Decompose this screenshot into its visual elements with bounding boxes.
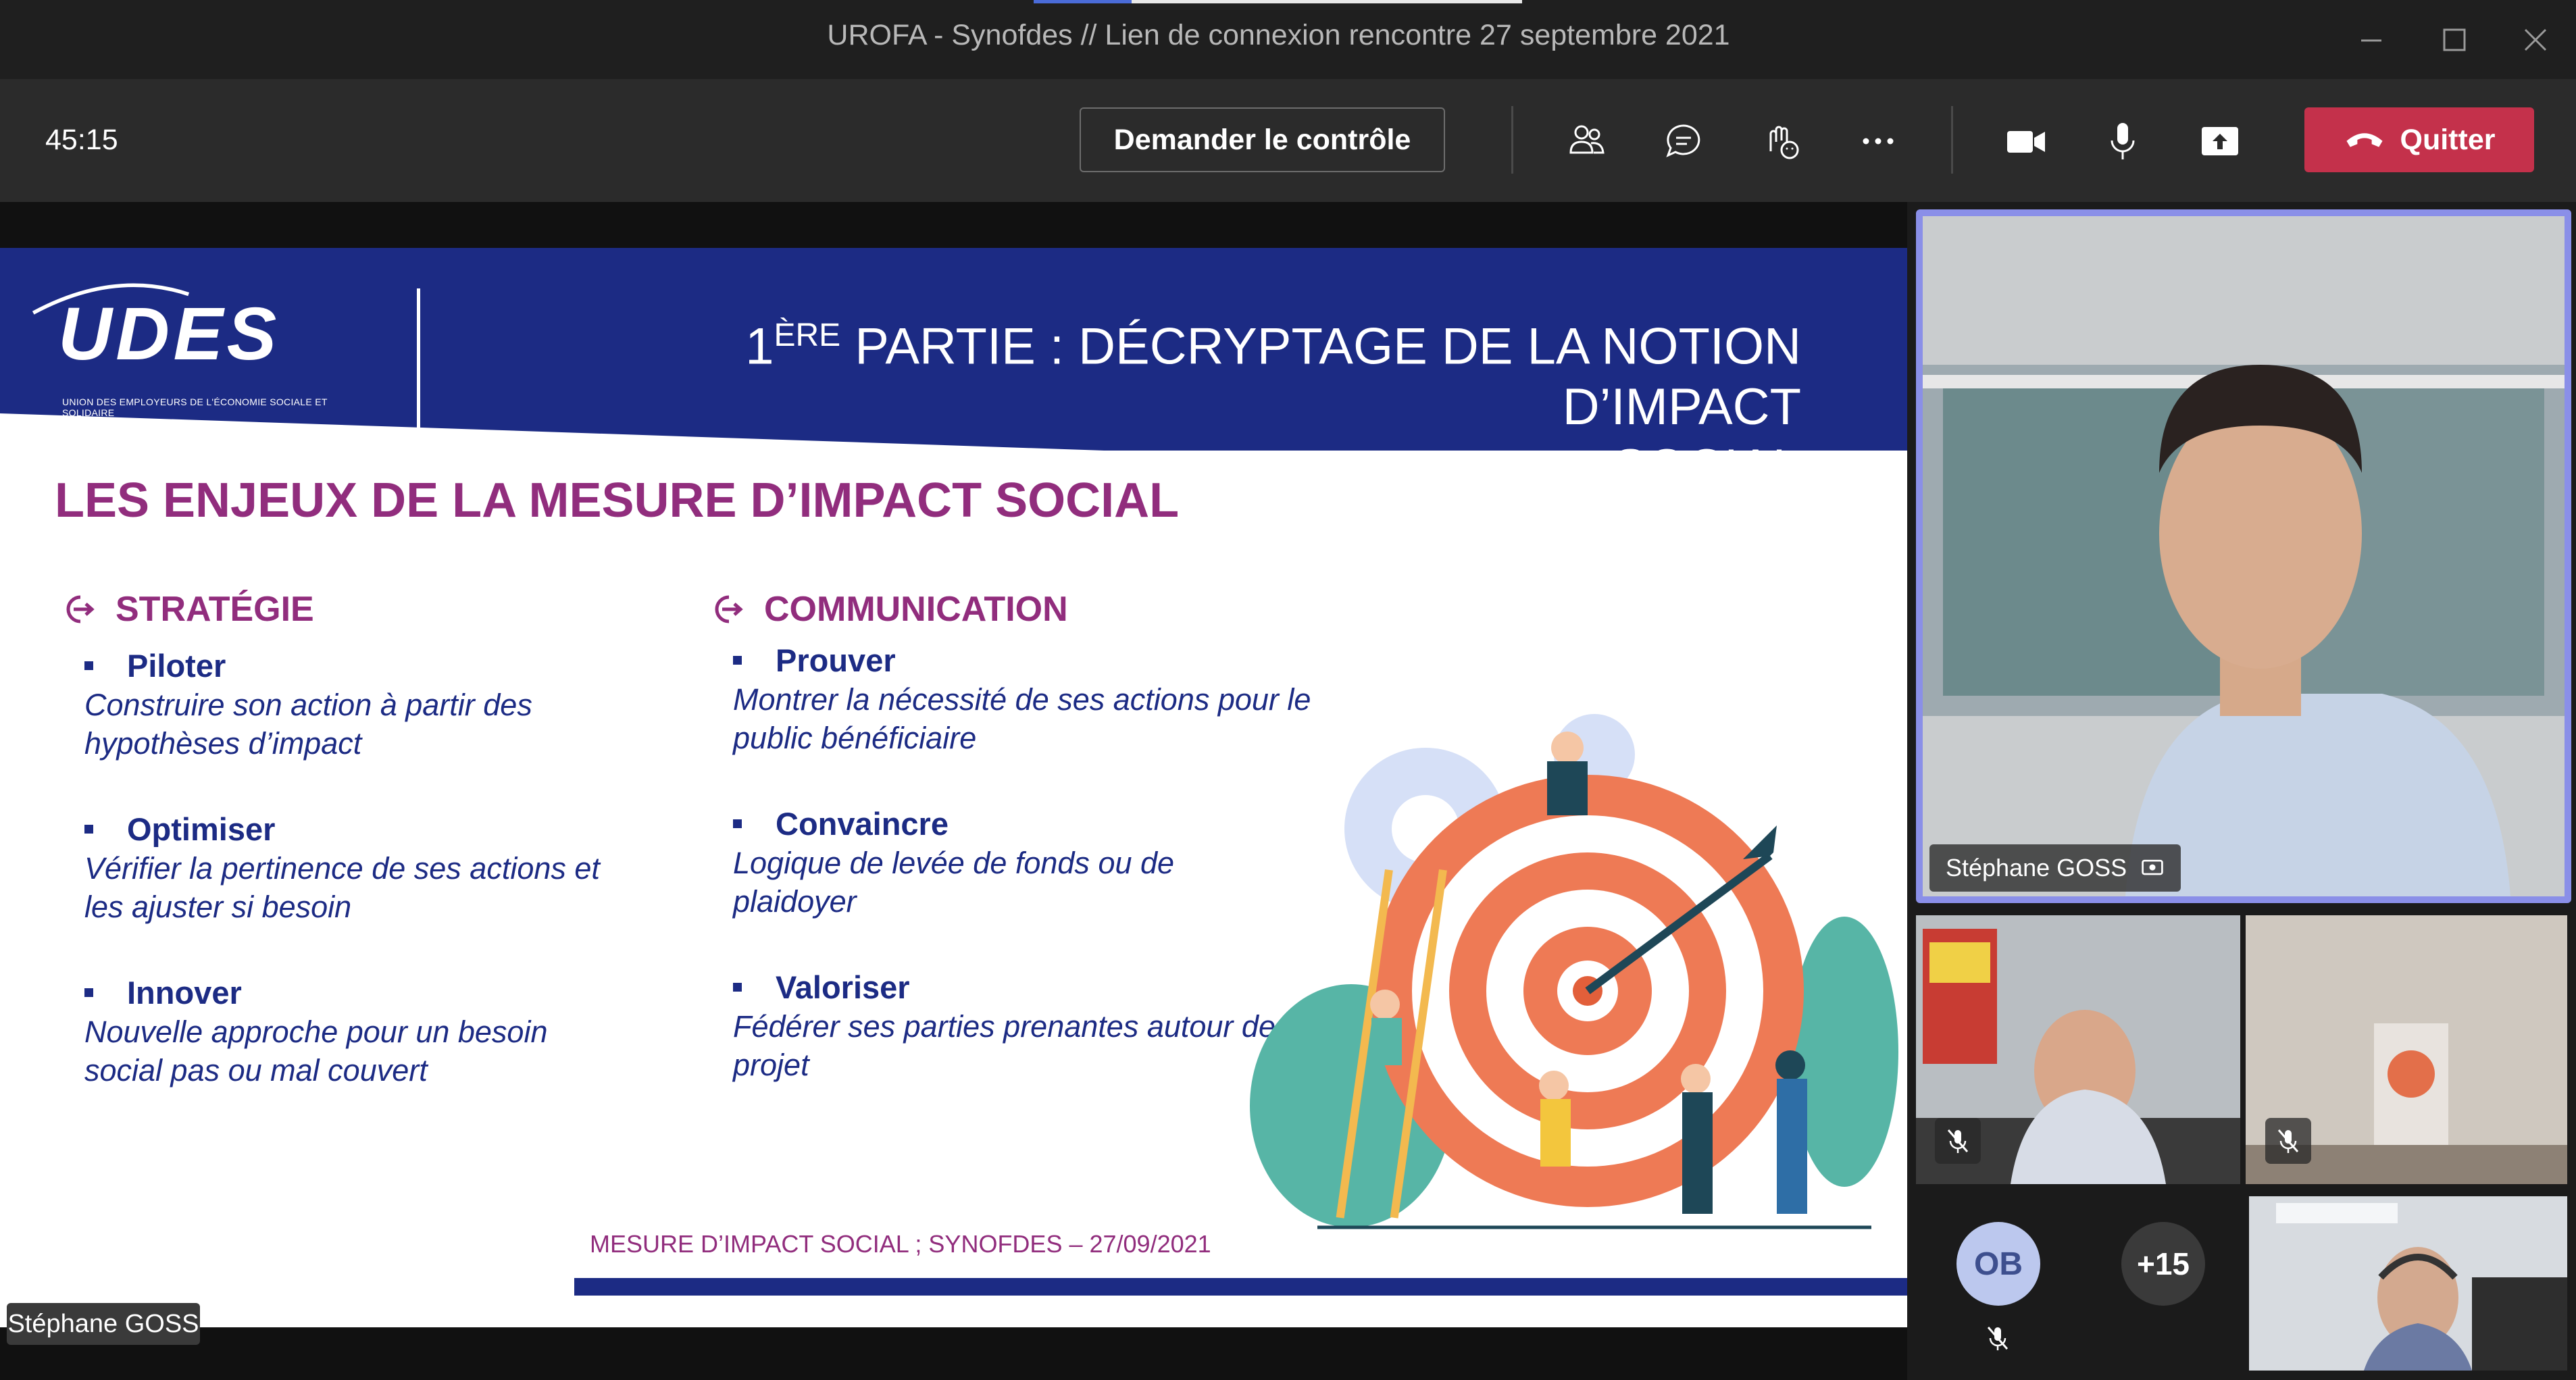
more-participants-button[interactable]: +15	[2121, 1222, 2205, 1306]
slide-heading: LES ENJEUX DE LA MESURE D’IMPACT SOCIAL	[55, 474, 1180, 528]
meeting-timer: 45:15	[45, 124, 118, 156]
target-illustration	[1250, 714, 1898, 1229]
bullet-icon	[733, 819, 742, 828]
logo-subtitle: UNION DES EMPLOYEURS DE L'ÉCONOMIE SOCIA…	[62, 397, 328, 418]
bullet-icon	[733, 982, 742, 992]
strategie-item: Innover Nouvelle approche pour un besoin…	[64, 972, 625, 1090]
title-progress-track	[1132, 0, 1522, 3]
item-description: Nouvelle approche pour un besoin social …	[84, 1015, 548, 1088]
slide-title-ordinal: ÈRE	[774, 317, 841, 353]
presentation-slide: UDES UNION DES EMPLOYEURS DE L'ÉCONOMIE …	[0, 248, 1907, 1327]
mic-off-icon	[1947, 1129, 1969, 1153]
communication-column: COMMUNICATION Prouver Montrer la nécessi…	[713, 586, 1341, 1084]
active-speaker-video[interactable]: Stéphane GOSS	[1916, 209, 2571, 903]
strategie-heading: STRATÉGIE	[64, 586, 625, 633]
participant-video-tile[interactable]	[1916, 915, 2240, 1184]
strategie-item: Optimiser Vérifier la pertinence de ses …	[64, 809, 625, 926]
item-description: Logique de levée de fonds ou de plaidoye…	[733, 846, 1175, 919]
arrow-circle-icon	[66, 595, 95, 623]
toolbar-divider	[1511, 106, 1513, 174]
mic-off-icon	[2277, 1129, 2299, 1153]
item-description: Vérifier la pertinence de ses actions et…	[84, 851, 600, 924]
muted-indicator	[1935, 1118, 1981, 1164]
item-title: Convaincre	[776, 805, 949, 842]
minimize-icon	[2361, 39, 2381, 42]
communication-item: Prouver Montrer la nécessité de ses acti…	[713, 640, 1341, 757]
more-icon	[1863, 138, 1894, 145]
speaker-name-tag: Stéphane GOSS	[1929, 844, 2181, 892]
close-window-button[interactable]	[2512, 16, 2559, 63]
bullet-icon	[84, 988, 93, 997]
more-options-button[interactable]	[1851, 114, 1905, 168]
item-title: Prouver	[776, 642, 896, 678]
item-title: Innover	[127, 974, 242, 1011]
maximize-button[interactable]	[2431, 16, 2478, 63]
shared-content-area: UDES UNION DES EMPLOYEURS DE L'ÉCONOMIE …	[0, 202, 1907, 1380]
bullet-icon	[84, 824, 93, 834]
reactions-icon	[1769, 126, 1799, 159]
participants-button[interactable]	[1559, 114, 1613, 168]
item-title: Piloter	[127, 647, 226, 684]
muted-indicator	[2265, 1118, 2311, 1164]
slide-footer-bar	[574, 1278, 1907, 1296]
video-gallery: Stéphane GOSS OB +15	[1907, 202, 2576, 1380]
strategie-title: STRATÉGIE	[116, 590, 314, 629]
share-screen-button[interactable]	[2193, 114, 2247, 168]
people-icon	[1569, 125, 1605, 154]
participant-video-tile[interactable]	[2249, 1196, 2567, 1371]
screen-share-icon	[2142, 859, 2163, 875]
slide-title: 1ÈRE PARTIE : DÉCRYPTAGE DE LA NOTION D’…	[517, 305, 1801, 499]
close-icon	[2524, 28, 2547, 51]
communication-item: Convaincre Logique de levée de fonds ou …	[713, 803, 1341, 921]
presenter-name-tag: Stéphane GOSS	[7, 1303, 200, 1345]
communication-title: COMMUNICATION	[764, 590, 1068, 629]
title-progress-indicator	[1034, 0, 1132, 3]
bullet-icon	[84, 661, 93, 670]
mic-off-icon	[1987, 1327, 2009, 1350]
camera-button[interactable]	[1998, 114, 2052, 168]
camera-icon	[2007, 131, 2045, 153]
microphone-button[interactable]	[2096, 114, 2150, 168]
svg-text:UDES: UDES	[58, 292, 280, 369]
window-title-bar: UROFA - Synofdes // Lien de connexion re…	[0, 0, 2576, 79]
meeting-toolbar: 45:15 Demander le contrôle Quitter	[0, 79, 2576, 202]
chat-icon	[1666, 124, 1700, 157]
strategie-item: Piloter Construire son action à partir d…	[64, 645, 625, 763]
slide-title-number: 1	[745, 317, 774, 376]
speaker-name: Stéphane GOSS	[1946, 854, 2127, 881]
share-icon	[2202, 127, 2238, 155]
communication-heading: COMMUNICATION	[713, 586, 1341, 633]
toolbar-divider	[1951, 106, 1953, 174]
strategie-column: STRATÉGIE Piloter Construire son action …	[64, 586, 625, 1090]
item-title: Valoriser	[776, 969, 910, 1005]
leave-meeting-label: Quitter	[2400, 123, 2496, 156]
request-control-button[interactable]: Demander le contrôle	[1080, 107, 1445, 172]
participant-avatar[interactable]: OB	[1956, 1222, 2040, 1306]
logo-divider	[417, 288, 420, 428]
udes-logo-mark: UDES	[32, 283, 280, 376]
communication-item: Valoriser Fédérer ses parties prenantes …	[713, 967, 1341, 1084]
maximize-icon	[2443, 28, 2466, 51]
microphone-icon	[2111, 123, 2135, 159]
participant-video-feed	[2249, 1196, 2567, 1371]
leave-meeting-button[interactable]: Quitter	[2304, 107, 2534, 172]
udes-logo: UDES UNION DES EMPLOYEURS DE L'ÉCONOMIE …	[27, 275, 365, 418]
participant-video-tile[interactable]	[2246, 915, 2567, 1184]
hangup-icon	[2346, 133, 2383, 147]
minimize-button[interactable]	[2348, 16, 2395, 63]
item-description: Construire son action à partir des hypot…	[84, 688, 532, 761]
arrow-circle-icon	[715, 595, 743, 623]
bullet-icon	[733, 655, 742, 665]
slide-title-line2: SOCIAL	[1613, 439, 1801, 497]
slide-title-line1: PARTIE : DÉCRYPTAGE DE LA NOTION D’IMPAC…	[840, 317, 1801, 436]
window-title: UROFA - Synofdes // Lien de connexion re…	[827, 19, 1730, 51]
item-title: Optimiser	[127, 811, 276, 847]
slide-footer: MESURE D’IMPACT SOCIAL ; SYNOFDES – 27/0…	[590, 1230, 1211, 1258]
speaker-video-feed	[1923, 216, 2565, 896]
chat-button[interactable]	[1657, 114, 1711, 168]
reactions-button[interactable]	[1754, 114, 1808, 168]
